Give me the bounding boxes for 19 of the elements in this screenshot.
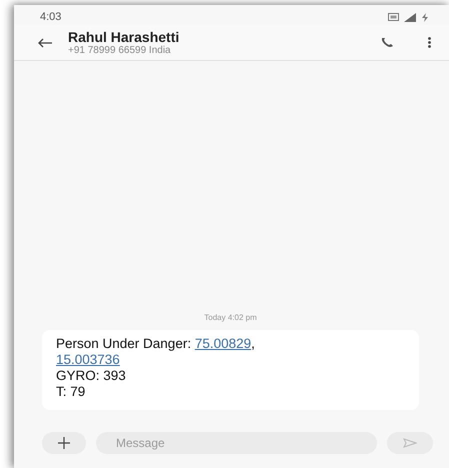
status-time: 4:03	[40, 11, 62, 23]
signal-icon	[404, 12, 416, 22]
phone-icon[interactable]	[381, 37, 394, 48]
network-badge-icon	[388, 13, 399, 21]
more-options-icon[interactable]	[428, 37, 431, 48]
message-timestamp: Today 4:02 pm	[204, 313, 257, 322]
message-line: Person Under Danger: 75.00829,	[56, 336, 256, 352]
contact-number: +91 78999 66599 India	[68, 45, 172, 56]
bolt-icon	[421, 12, 429, 22]
send-icon	[403, 438, 417, 448]
add-button[interactable]	[42, 432, 86, 454]
plus-icon	[58, 437, 70, 449]
back-arrow-icon[interactable]	[38, 38, 52, 48]
message-input[interactable]: Message	[96, 432, 377, 454]
message-line: T: 79	[56, 384, 86, 400]
coordinate-link[interactable]: 75.00829	[194, 336, 252, 351]
contact-name: Rahul Harashetti	[68, 29, 180, 45]
message-line: GYRO: 393	[56, 368, 127, 384]
coordinate-link[interactable]: 15.003736	[56, 352, 120, 367]
